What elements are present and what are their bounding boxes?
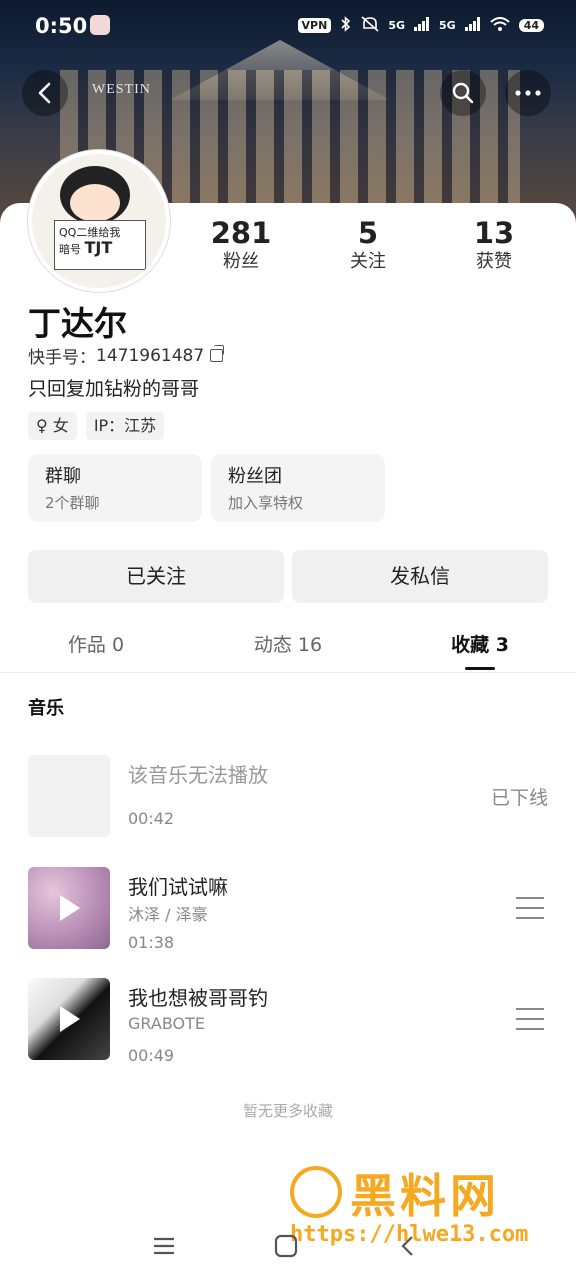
watermark-text: 黑料网 (350, 1169, 500, 1223)
no-more-text: 暂无更多收藏 (242, 1102, 333, 1120)
kuaishou-id-value: 1471961487 (96, 345, 205, 366)
section-title: 音乐 (28, 698, 64, 719)
stat-likes[interactable]: 13 获赞 (434, 216, 554, 274)
stat-value: 13 (473, 216, 515, 250)
back-nav-icon[interactable] (396, 1234, 420, 1258)
more-dots-icon (515, 90, 541, 96)
tab-moments[interactable]: 动态 16 (213, 630, 363, 657)
list-item[interactable]: 我也想被哥哥钓 GRABOTE 00:49 (28, 978, 548, 1065)
tab-favorites[interactable]: 收藏 3 (405, 630, 555, 670)
gender-tag: ♀ 女 (28, 412, 77, 440)
signal-1-icon (414, 17, 430, 34)
stat-label: 获赞 (476, 251, 512, 272)
stat-value: 281 (210, 216, 272, 250)
avatar-sign-card: QQ二维给我 暗号 TJT (54, 220, 146, 270)
song-duration: 00:49 (128, 1046, 175, 1065)
song-cover (28, 755, 110, 837)
search-button[interactable] (440, 70, 486, 116)
song-artist: GRABOTE (128, 1014, 205, 1033)
menu-icon[interactable] (516, 1008, 544, 1030)
ip-tag: IP：江苏 (85, 412, 165, 440)
recent-apps-icon[interactable] (152, 1234, 176, 1258)
watermark-logo (290, 1166, 342, 1218)
play-icon[interactable] (60, 895, 80, 921)
song-duration: 01:38 (128, 933, 175, 952)
tab-works[interactable]: 作品 0 (21, 630, 171, 657)
message-button[interactable]: 发私信 (292, 550, 548, 603)
active-tab-indicator (465, 667, 495, 670)
bluetooth-icon (340, 16, 352, 35)
status-bar: 0:50 VPN 5G 5G 44 (0, 0, 576, 54)
avatar[interactable]: QQ二维给我 暗号 TJT (28, 150, 170, 292)
song-title: 我们试试嘛 (128, 875, 228, 899)
profile-tags: ♀ 女 IP：江苏 (28, 412, 165, 440)
signal-2-label: 5G (439, 19, 456, 32)
song-status: 已下线 (490, 787, 548, 809)
chevron-left-icon (38, 82, 51, 104)
card-title: 群聊 (45, 466, 81, 487)
hotel-sign: WESTIN (92, 82, 151, 97)
fan-club-card[interactable]: 粉丝团 加入享特权 (211, 454, 385, 522)
stat-fans[interactable]: 281 粉丝 (181, 216, 301, 274)
list-item[interactable]: 该音乐无法播放 00:42 已下线 (28, 755, 548, 837)
back-button[interactable] (22, 70, 68, 116)
copy-icon[interactable] (210, 345, 225, 362)
song-cover (28, 978, 110, 1060)
song-artist: 沐泽 / 泽豪 (128, 905, 208, 924)
signal-2-icon (464, 17, 481, 34)
card-title: 粉丝团 (228, 466, 282, 487)
battery-indicator: 44 (518, 19, 544, 32)
menu-icon[interactable] (516, 897, 544, 919)
song-cover (28, 867, 110, 949)
song-title: 我也想被哥哥钓 (128, 986, 268, 1010)
vpn-indicator: VPN (297, 18, 332, 33)
profile-name: 丁达尔 (28, 304, 127, 343)
card-subtitle: 加入享特权 (228, 494, 304, 512)
kuaishou-id[interactable]: 快手号： 1471961487 (28, 343, 225, 368)
stat-value: 5 (357, 216, 379, 250)
notification-app-icon (90, 15, 110, 35)
song-duration: 00:42 (128, 809, 175, 828)
play-icon[interactable] (60, 1006, 80, 1032)
wifi-icon (490, 17, 510, 34)
list-item[interactable]: 我们试试嘛 沐泽 / 泽豪 01:38 (28, 867, 548, 952)
stat-label: 关注 (350, 251, 386, 272)
card-subtitle: 2个群聊 (45, 494, 100, 512)
profile-bio: 只回复加钻粉的哥哥 (28, 378, 200, 400)
signal-1-label: 5G (388, 19, 405, 32)
song-title: 该音乐无法播放 (128, 763, 268, 787)
stat-label: 粉丝 (223, 251, 259, 272)
search-icon (452, 82, 474, 104)
system-nav-bar (0, 1220, 576, 1280)
stat-following[interactable]: 5 关注 (308, 216, 428, 274)
home-icon[interactable] (274, 1234, 298, 1258)
status-time: 0:50 (35, 14, 88, 38)
mute-icon (361, 16, 379, 35)
content-tabs: 作品 0 动态 16 收藏 3 (0, 622, 576, 673)
kuaishou-id-label: 快手号： (28, 348, 96, 368)
more-button[interactable] (505, 70, 551, 116)
group-chat-card[interactable]: 群聊 2个群聊 (28, 454, 202, 522)
followed-button[interactable]: 已关注 (28, 550, 284, 603)
